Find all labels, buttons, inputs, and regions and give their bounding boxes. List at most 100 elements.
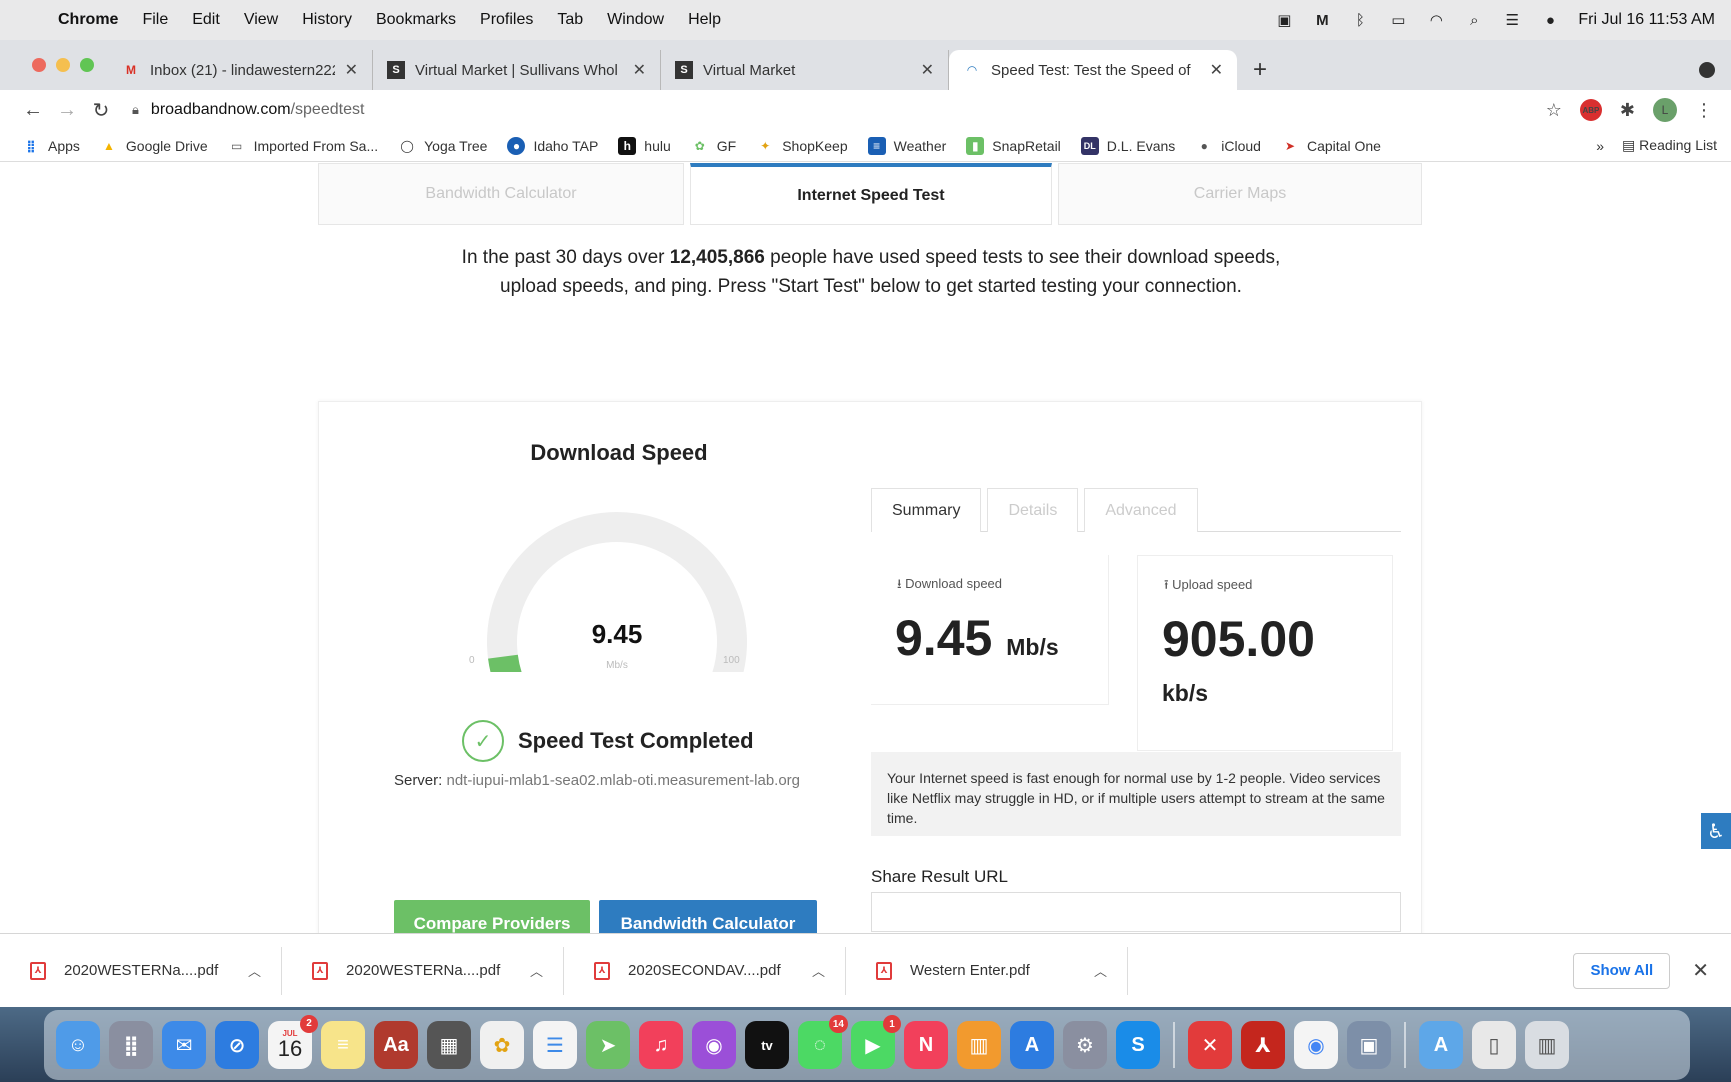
chevron-double-right-icon[interactable]: » [1596, 138, 1604, 154]
chevron-up-icon[interactable]: ︿ [1094, 961, 1107, 980]
forward-arrow-icon[interactable]: → [50, 99, 84, 122]
bookmark-icloud[interactable]: ● iCloud [1195, 137, 1261, 155]
chevron-up-icon[interactable]: ︿ [812, 961, 825, 980]
trash-icon[interactable]: ▥ [1525, 1021, 1569, 1069]
chevron-up-icon[interactable]: ︿ [530, 961, 543, 980]
menu-profiles[interactable]: Profiles [468, 11, 545, 29]
close-icon[interactable]: ✕ [1692, 958, 1709, 983]
lock-icon[interactable]: 🔒︎ [132, 102, 139, 118]
battery-icon[interactable]: ▭ [1388, 12, 1408, 29]
skype-icon[interactable]: S [1116, 1021, 1160, 1069]
tab-search-button[interactable] [1699, 50, 1715, 90]
photos-icon[interactable]: ✿ [480, 1021, 524, 1069]
acrobat-icon[interactable]: ⅄ [1241, 1021, 1285, 1069]
bookmark-google-drive[interactable]: ▲ Google Drive [100, 137, 208, 155]
bookmark-gf[interactable]: ✿ GF [691, 137, 736, 155]
menu-tab[interactable]: Tab [545, 11, 595, 29]
tab-gmail[interactable]: M Inbox (21) - lindawestern222@ ✕ [108, 50, 373, 90]
menu-help[interactable]: Help [676, 11, 733, 29]
facetime-icon[interactable]: ▶ 1 [851, 1015, 901, 1069]
bookmark-idaho-tap[interactable]: ● Idaho TAP [507, 136, 598, 155]
menu-history[interactable]: History [290, 11, 364, 29]
more-vertical-icon[interactable]: ⋮ [1695, 100, 1713, 121]
bookmark-weather[interactable]: ≡ Weather [867, 136, 946, 155]
show-all-downloads-button[interactable]: Show All [1573, 952, 1671, 989]
tab-internet-speed-test[interactable]: Internet Speed Test [690, 163, 1052, 225]
finder-icon[interactable]: ☺ [56, 1021, 100, 1069]
tab-speed-test[interactable]: ◠ Speed Test: Test the Speed of ✕ [949, 50, 1237, 90]
close-tab-icon[interactable]: ✕ [1210, 60, 1223, 80]
mail-icon[interactable]: ✉ [162, 1021, 206, 1069]
documents-stack-icon[interactable]: ▯ [1472, 1021, 1516, 1069]
podcasts-icon[interactable]: ◉ [692, 1021, 736, 1069]
bookmark-snapretail[interactable]: ▮ SnapRetail [966, 136, 1061, 155]
tab-carrier-maps[interactable]: Carrier Maps [1058, 163, 1422, 225]
menu-edit[interactable]: Edit [180, 11, 232, 29]
toolbox-icon[interactable]: ✕ [1188, 1021, 1232, 1069]
chevron-up-icon[interactable]: ︿ [248, 961, 261, 980]
profile-avatar[interactable]: L [1653, 98, 1677, 122]
download-item[interactable]: ⅄ 2020SECONDAV....pdf ︿ [564, 946, 847, 995]
notes-icon[interactable]: ≡ [321, 1021, 365, 1069]
reading-list-button[interactable]: ▤ Reading List [1622, 137, 1717, 154]
bookmark-capital-one[interactable]: ➤ Capital One [1281, 137, 1381, 155]
accessibility-icon[interactable]: ♿︎ [1701, 813, 1731, 849]
tab-bandwidth-calculator[interactable]: Bandwidth Calculator [318, 163, 684, 225]
zoom-window-button[interactable] [80, 58, 94, 72]
bookmark-dl-evans[interactable]: DL D.L. Evans [1080, 136, 1175, 155]
system-preferences-icon[interactable]: ⚙ [1063, 1021, 1107, 1069]
menu-clock[interactable]: Fri Jul 16 11:53 AM [1578, 11, 1715, 29]
menu-file[interactable]: File [130, 11, 180, 29]
menu-app-name[interactable]: Chrome [46, 11, 130, 29]
tab-details[interactable]: Details [987, 488, 1079, 532]
close-window-button[interactable] [32, 58, 46, 72]
close-tab-icon[interactable]: ✕ [633, 60, 646, 80]
spotlight-icon[interactable]: ⌕ [1464, 12, 1484, 29]
extensions-puzzle-icon[interactable]: ✱ [1620, 100, 1635, 121]
reload-icon[interactable]: ↻ [84, 98, 118, 123]
tab-virtual-market-sullivans[interactable]: S Virtual Market | Sullivans Whol ✕ [373, 50, 661, 90]
news-icon[interactable]: N [904, 1021, 948, 1069]
wifi-icon[interactable]: ◠ [1426, 12, 1446, 29]
app-store-icon[interactable]: A [1010, 1021, 1054, 1069]
url-field[interactable]: 🔒︎ broadbandnow.com/speedtest [132, 101, 1546, 119]
chrome-icon[interactable]: ◉ [1294, 1021, 1338, 1069]
download-item[interactable]: ⅄ Western Enter.pdf ︿ [846, 946, 1129, 995]
bookmark-hulu[interactable]: h hulu [618, 136, 671, 155]
malwarebytes-icon[interactable]: M [1312, 12, 1332, 29]
close-tab-icon[interactable]: ✕ [345, 60, 358, 80]
control-center-icon[interactable]: ☰ [1502, 12, 1522, 29]
bluetooth-icon[interactable]: ᛒ [1350, 12, 1370, 29]
maps-icon[interactable]: ➤ [586, 1021, 630, 1069]
calculator-icon[interactable]: ▦ [427, 1021, 471, 1069]
dictionary-icon[interactable]: Aa [374, 1021, 418, 1069]
preview-icon[interactable]: ▣ [1347, 1021, 1391, 1069]
bookmark-imported[interactable]: ▭ Imported From Sa... [228, 137, 378, 155]
safari-icon[interactable]: ⊘ [215, 1021, 259, 1069]
bookmark-yoga-tree[interactable]: ◯ Yoga Tree [398, 137, 487, 155]
bookmark-shopkeep[interactable]: ✦ ShopKeep [756, 137, 847, 155]
bookmark-star-icon[interactable]: ☆ [1546, 100, 1562, 121]
compare-providers-button[interactable]: Compare Providers [394, 900, 590, 933]
display-icon[interactable]: ▣ [1274, 12, 1294, 29]
menu-bookmarks[interactable]: Bookmarks [364, 11, 468, 29]
music-icon[interactable]: ♫ [639, 1021, 683, 1069]
new-tab-button[interactable]: + [1237, 50, 1283, 90]
back-arrow-icon[interactable]: ← [16, 99, 50, 122]
menu-window[interactable]: Window [595, 11, 676, 29]
calendar-icon[interactable]: JUL 16 2 [268, 1015, 318, 1069]
applications-folder-icon[interactable]: A [1419, 1021, 1463, 1069]
tab-summary[interactable]: Summary [871, 488, 982, 532]
bookmark-apps[interactable]: ⣿ Apps [22, 137, 80, 155]
launchpad-icon[interactable]: ⣿ [109, 1021, 153, 1069]
close-tab-icon[interactable]: ✕ [921, 60, 934, 80]
siri-icon[interactable]: ● [1540, 12, 1560, 29]
bandwidth-calculator-button[interactable]: Bandwidth Calculator [599, 900, 817, 933]
reminders-icon[interactable]: ☰ [533, 1021, 577, 1069]
tab-advanced[interactable]: Advanced [1084, 488, 1198, 532]
messages-icon[interactable]: ◌ 14 [798, 1015, 848, 1069]
books-icon[interactable]: ▥ [957, 1021, 1001, 1069]
adblock-plus-icon[interactable]: ABP [1579, 99, 1602, 121]
download-item[interactable]: ⅄ 2020WESTERNa....pdf ︿ [0, 946, 283, 995]
apple-tv-icon[interactable]: tv [745, 1021, 789, 1069]
